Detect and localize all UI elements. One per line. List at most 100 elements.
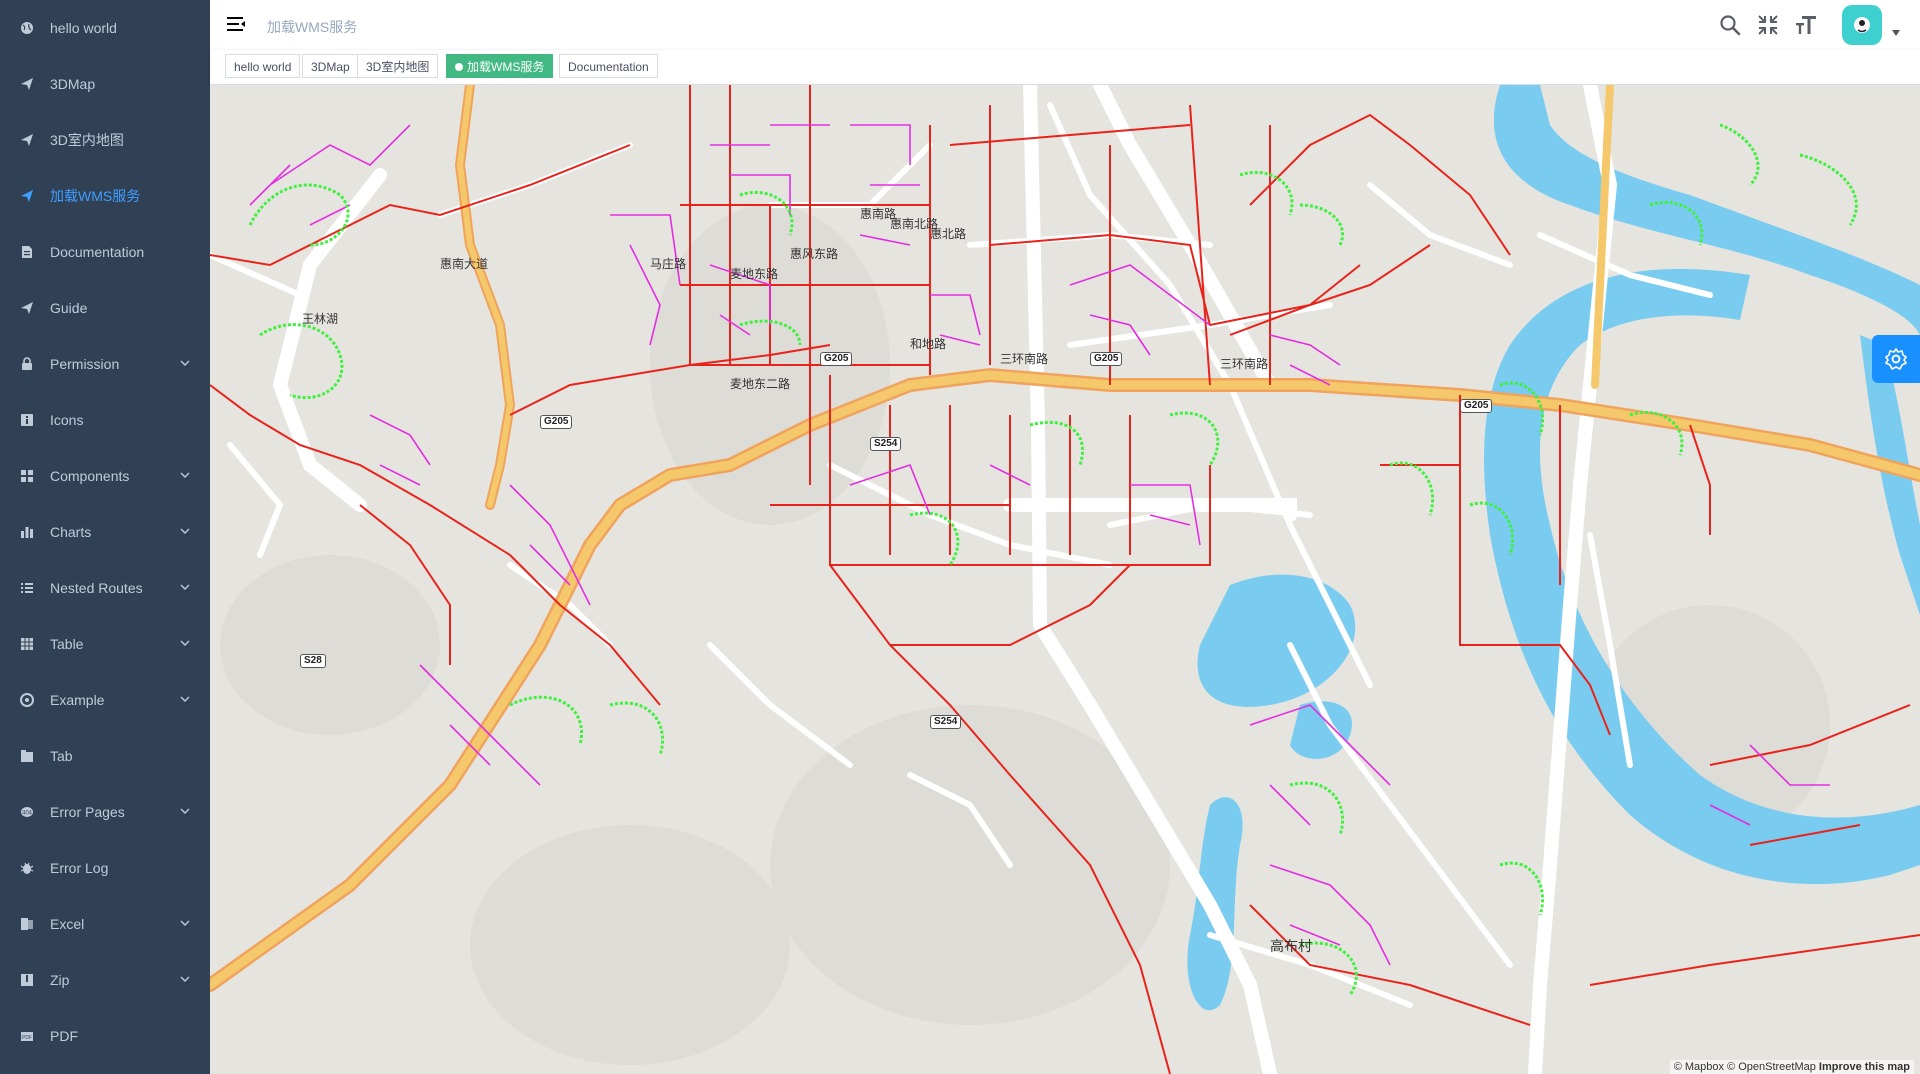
tags-view: hello world 3DMap 3D室内地图 加载WMS服务 Documentati…: [210, 50, 1920, 85]
tab-label: hello world: [234, 60, 292, 74]
place-label: 和地路: [910, 337, 947, 351]
sidebar-item-label: Documentation: [50, 244, 145, 260]
search-icon[interactable]: [1718, 13, 1742, 37]
map-basemap: [210, 85, 1920, 1074]
tab-4[interactable]: 加载WMS服务: [446, 54, 554, 78]
sidebar-item-label: Zip: [50, 972, 70, 988]
sidebar-item-label: Components: [50, 468, 130, 484]
font-size-icon[interactable]: [1794, 13, 1818, 37]
chevron-down-icon: [180, 358, 190, 368]
sidebar-item-error-pages[interactable]: 404 Error Pages: [0, 784, 210, 840]
info-icon: [20, 413, 34, 427]
compass-icon: [20, 693, 34, 707]
sidebar-item-permission[interactable]: Permission: [0, 336, 210, 392]
place-label: 三环南路: [1220, 357, 1269, 371]
sidebar-item-icons[interactable]: Icons: [0, 392, 210, 448]
sidebar-item-pdf[interactable]: PDF PDF: [0, 1008, 210, 1064]
place-label: 惠风东路: [790, 247, 839, 261]
sidebar-item-label: Guide: [50, 300, 88, 316]
sidebar-item-documentation[interactable]: Documentation: [0, 224, 210, 280]
breadcrumb: 加载WMS服务: [267, 19, 358, 35]
road-shield: S28: [300, 654, 326, 668]
paper-plane-icon: [20, 301, 34, 315]
paper-plane-icon: [20, 133, 34, 147]
road-shield: S254: [930, 715, 962, 729]
place-label: 高布村: [1270, 939, 1312, 955]
sidebar-item-label: Permission: [50, 356, 120, 372]
navbar: 加载WMS服务: [210, 0, 1920, 50]
settings-button[interactable]: [1872, 335, 1920, 383]
road-shield: G205: [1460, 399, 1493, 413]
active-dot-icon: [455, 63, 463, 71]
chevron-down-icon: [180, 806, 190, 816]
sidebar-item-charts[interactable]: Charts: [0, 504, 210, 560]
map-canvas[interactable]: 高布村 王林湖 麦地东路 麦地东二路 和地路 惠南路 马庄路 惠南大道 惠南北路…: [210, 85, 1920, 1074]
chevron-down-icon: [180, 918, 190, 928]
place-label: 三环南路: [1000, 352, 1049, 366]
sidebar-item-example[interactable]: Example: [0, 672, 210, 728]
chevron-down-icon: [180, 694, 190, 704]
sidebar-item-label: Charts: [50, 524, 92, 540]
sidebar-item-label: PDF: [50, 1028, 78, 1044]
chevron-down-icon: [180, 470, 190, 480]
place-label: 王林湖: [302, 312, 339, 326]
tab-label: 加载WMS服务: [467, 60, 545, 74]
list-icon: [20, 581, 34, 595]
road-shield: S254: [870, 437, 902, 451]
paper-plane-icon: [20, 189, 34, 203]
map-attribution: © Mapbox © OpenStreetMap Improve this ma…: [1669, 1060, 1914, 1074]
sidebar-item-error-log[interactable]: Error Log: [0, 840, 210, 896]
road-shield: G205: [1090, 352, 1123, 366]
sidebar-item-wms[interactable]: 加载WMS服务: [0, 168, 210, 224]
fullscreen-exit-icon[interactable]: [1756, 13, 1780, 37]
sidebar-item-label: Table: [50, 636, 84, 652]
tab-3[interactable]: 3D室内地图: [357, 54, 439, 78]
tab-1[interactable]: hello world: [225, 54, 301, 78]
place-label: 麦地东路: [730, 267, 779, 281]
sidebar-item-label: Error Pages: [50, 804, 125, 820]
improve-map-link[interactable]: Improve this map: [1819, 1061, 1910, 1073]
lock-icon: [20, 357, 34, 371]
road-shield: G205: [820, 352, 853, 366]
sidebar-item-label: Nested Routes: [50, 580, 143, 596]
tab-2[interactable]: 3DMap: [302, 54, 359, 78]
sidebar-item-guide[interactable]: Guide: [0, 280, 210, 336]
caret-down-icon[interactable]: [1892, 30, 1900, 36]
chevron-down-icon: [180, 526, 190, 536]
tab-5[interactable]: Documentation: [559, 54, 658, 78]
zip-icon: [20, 973, 34, 987]
sidebar-item-label: Tab: [50, 748, 73, 764]
sidebar-item-label: 加载WMS服务: [50, 188, 141, 204]
sidebar-item-components[interactable]: Components: [0, 448, 210, 504]
sidebar-item-label: Icons: [50, 412, 84, 428]
sidebar-item-nested-routes[interactable]: Nested Routes: [0, 560, 210, 616]
sidebar-item-excel[interactable]: Excel: [0, 896, 210, 952]
sidebar-item-3dmap[interactable]: 3DMap: [0, 56, 210, 112]
sidebar-item-zip[interactable]: Zip: [0, 952, 210, 1008]
sidebar-item-tab[interactable]: Tab: [0, 728, 210, 784]
svg-text:404: 404: [22, 811, 33, 817]
sidebar-item-label: 3D室内地图: [50, 132, 124, 148]
gear-icon: [1885, 348, 1907, 370]
attribution-text[interactable]: © Mapbox © OpenStreetMap: [1674, 1061, 1816, 1073]
paper-plane-icon: [20, 77, 34, 91]
sidebar: hello world 3DMap 3D室内地图加载WMS服务 Documentati…: [0, 0, 210, 1074]
sidebar-item-3d[interactable]: 3D室内地图: [0, 112, 210, 168]
avatar[interactable]: [1842, 5, 1882, 45]
sidebar-item-table[interactable]: Table: [0, 616, 210, 672]
place-label: 马庄路: [650, 257, 687, 271]
table-icon: [20, 637, 34, 651]
place-label: 麦地东二路: [730, 377, 791, 391]
chevron-down-icon: [180, 582, 190, 592]
tab-label: Documentation: [568, 60, 649, 74]
tab-label: 3D室内地图: [366, 60, 430, 74]
road-shield: G205: [540, 415, 573, 429]
sidebar-item-hello-world[interactable]: hello world: [0, 0, 210, 56]
tab-label: 3DMap: [311, 60, 350, 74]
hamburger-icon[interactable]: [226, 14, 246, 34]
excel-icon: [20, 917, 34, 931]
place-label: 惠南大道: [440, 257, 489, 271]
document-icon: [20, 245, 34, 259]
bug-icon: [20, 861, 34, 875]
sidebar-item-label: hello world: [50, 20, 117, 36]
